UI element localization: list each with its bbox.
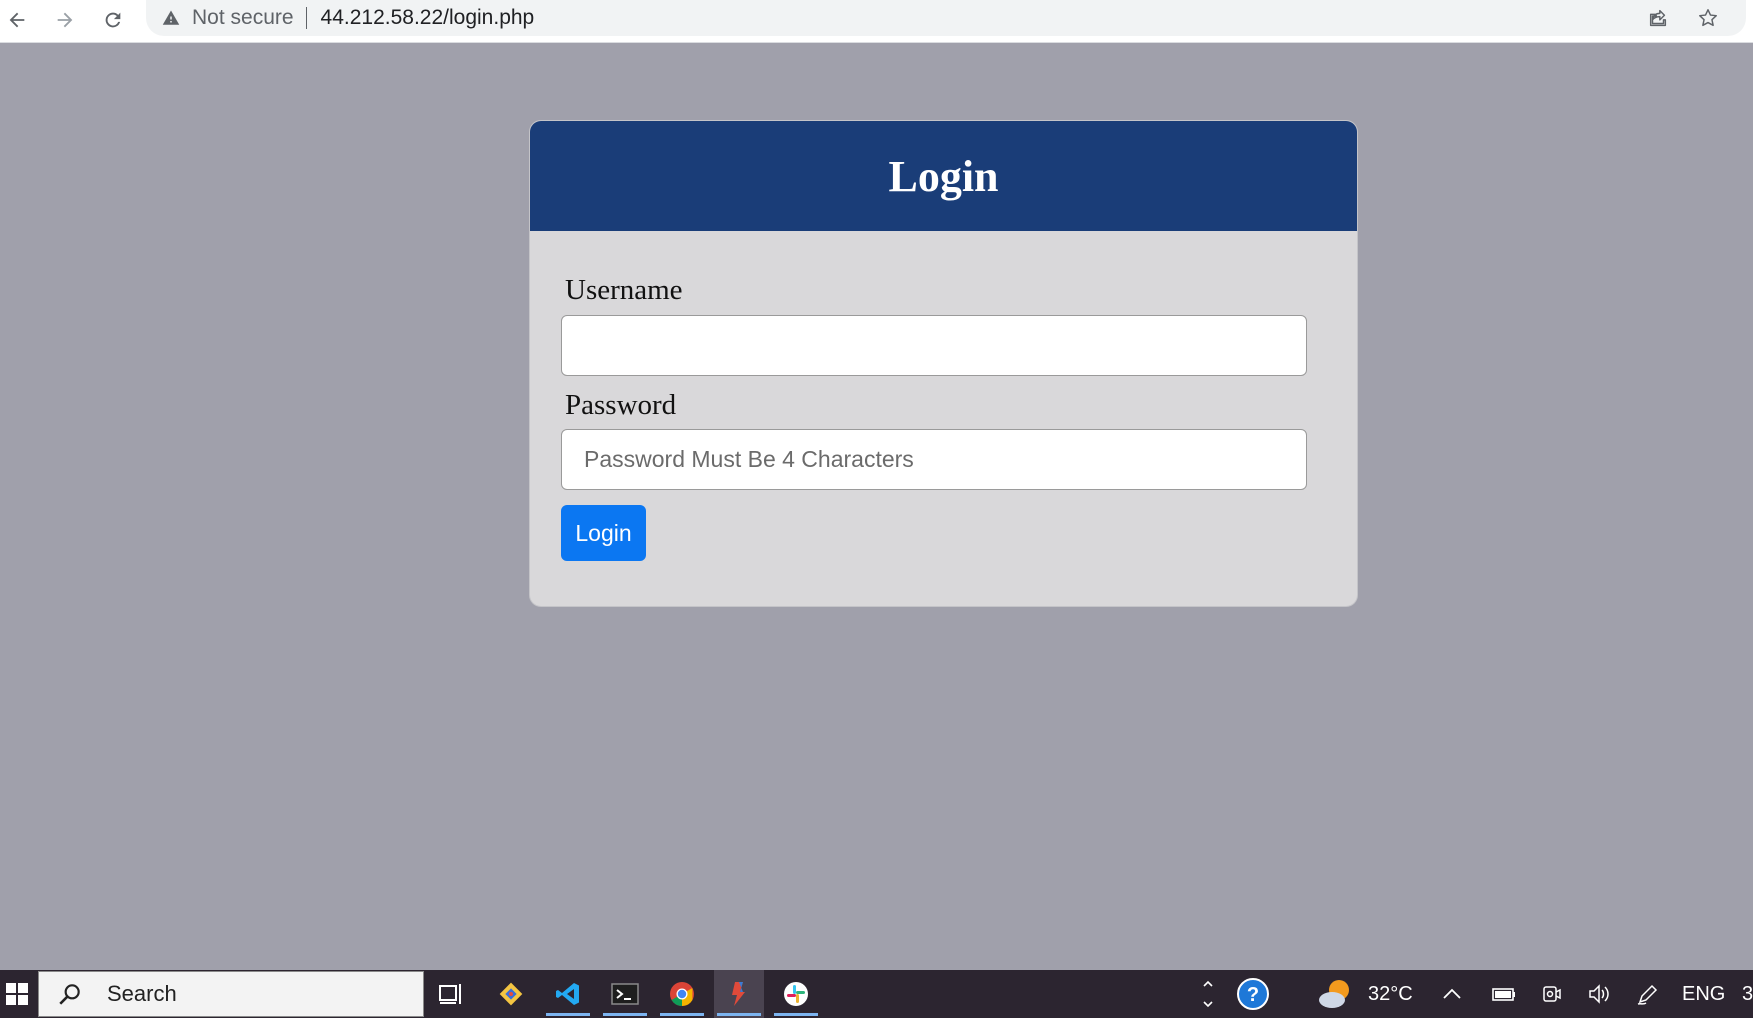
pen-icon xyxy=(1637,984,1658,1005)
git-icon xyxy=(499,982,523,1006)
camera-button[interactable] xyxy=(1530,970,1574,1018)
slack-icon xyxy=(784,982,808,1006)
reload-button[interactable] xyxy=(96,3,130,37)
chrome-button[interactable] xyxy=(657,970,707,1018)
reload-icon xyxy=(105,12,121,28)
vs-code-icon xyxy=(556,983,579,1005)
username-label: Username xyxy=(565,274,683,306)
weather-temperature[interactable]: 32°C xyxy=(1368,970,1413,1018)
pinned-app-button[interactable] xyxy=(714,970,764,1018)
task-view-button[interactable] xyxy=(426,970,476,1018)
browser-toolbar: Not secure 44.212.58.22/login.php xyxy=(0,0,1753,43)
security-label[interactable]: Not secure xyxy=(192,6,294,30)
battery-icon xyxy=(1492,988,1515,1001)
start-button[interactable] xyxy=(0,970,34,1018)
address-separator xyxy=(305,7,307,29)
app-icon xyxy=(732,982,745,1006)
help-icon: ? xyxy=(1237,978,1269,1010)
taskbar-scroll[interactable] xyxy=(1194,970,1222,1018)
show-hidden-icons-button[interactable] xyxy=(1432,970,1472,1018)
login-button[interactable]: Login xyxy=(561,505,646,561)
vscode-button[interactable] xyxy=(543,970,593,1018)
slack-button[interactable] xyxy=(771,970,821,1018)
back-button[interactable] xyxy=(0,3,34,37)
chevron-up-down-icon xyxy=(1203,980,1213,1008)
pen-button[interactable] xyxy=(1626,970,1670,1018)
help-button[interactable]: ? xyxy=(1228,970,1278,1018)
forward-button[interactable] xyxy=(48,3,82,37)
language-indicator[interactable]: ENG xyxy=(1682,970,1725,1018)
speaker-icon xyxy=(1589,984,1609,1004)
search-placeholder: Search xyxy=(107,981,177,1006)
url-text[interactable]: 44.212.58.22/login.php xyxy=(321,6,535,30)
volume-button[interactable] xyxy=(1578,970,1622,1018)
chevron-up-icon xyxy=(1443,988,1461,999)
battery-button[interactable] xyxy=(1482,970,1526,1018)
clock-partial[interactable]: 3 xyxy=(1742,970,1753,1018)
arrow-right-icon xyxy=(57,12,73,28)
password-input[interactable] xyxy=(561,429,1307,490)
login-card: Login Username Password Login xyxy=(529,120,1358,607)
share-button[interactable] xyxy=(1641,0,1675,36)
arrow-left-icon xyxy=(9,12,25,28)
login-header: Login xyxy=(530,121,1357,231)
bookmark-button[interactable] xyxy=(1691,0,1725,36)
address-bar[interactable]: Not secure 44.212.58.22/login.php xyxy=(146,0,1746,36)
terminal-button[interactable] xyxy=(600,970,650,1018)
password-label: Password xyxy=(565,389,677,421)
share-icon xyxy=(1649,9,1667,27)
taskbar: Search ? 32°C ENG 3 xyxy=(0,970,1753,1018)
terminal-icon xyxy=(611,983,639,1005)
taskbar-search[interactable]: Search xyxy=(38,971,424,1017)
warning-icon[interactable] xyxy=(162,9,180,27)
partly-cloudy-icon xyxy=(1319,980,1349,1008)
windows-icon xyxy=(6,983,28,1005)
task-view-icon xyxy=(439,984,461,1004)
login-title: Login xyxy=(888,151,999,201)
git-app-button[interactable] xyxy=(486,970,536,1018)
star-icon xyxy=(1699,9,1717,27)
camera-icon xyxy=(1543,986,1561,1002)
weather-widget[interactable] xyxy=(1312,970,1362,1018)
search-icon xyxy=(57,980,85,1008)
chrome-icon xyxy=(670,982,694,1006)
svg-text:?: ? xyxy=(1247,984,1259,1006)
username-input[interactable] xyxy=(561,315,1307,376)
